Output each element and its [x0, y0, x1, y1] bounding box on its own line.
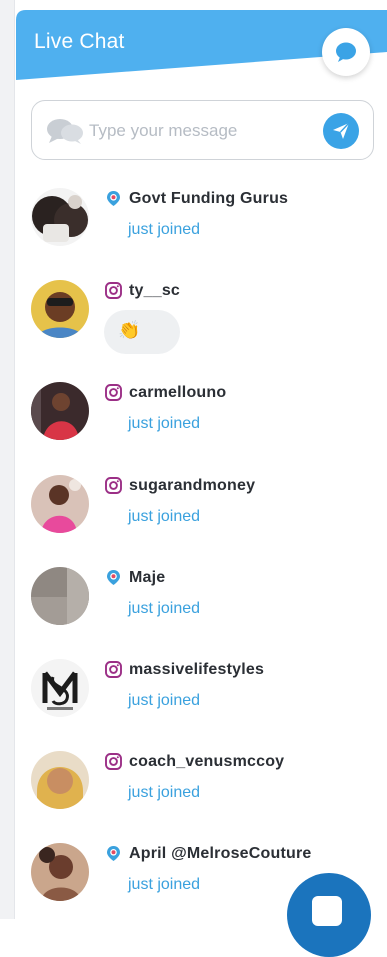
- message-bubble: 👏: [104, 310, 180, 354]
- username[interactable]: April @MelroseCouture: [129, 845, 312, 863]
- periscope-icon: [107, 191, 120, 206]
- periscope-icon: [107, 846, 120, 861]
- username[interactable]: ty__sc: [129, 282, 180, 300]
- status-text: just joined: [128, 415, 201, 432]
- avatar[interactable]: [31, 475, 89, 533]
- instagram-icon: [105, 661, 122, 678]
- username[interactable]: carmellouno: [129, 384, 226, 402]
- list-item: Govt Funding Gurus just joined: [31, 188, 371, 258]
- list-item: Maje just joined: [31, 567, 371, 637]
- username[interactable]: Maje: [129, 569, 165, 587]
- status-text: just joined: [128, 876, 201, 893]
- message-list: Govt Funding Gurus just joined ty__sc 👏: [0, 0, 387, 919]
- username[interactable]: massivelifestyles: [129, 661, 264, 679]
- instagram-icon: [105, 282, 122, 299]
- list-item: carmellouno just joined: [31, 382, 371, 452]
- floating-action-button[interactable]: [287, 873, 371, 957]
- status-text: just joined: [128, 221, 201, 238]
- square-icon: [312, 896, 342, 926]
- periscope-icon: [107, 570, 120, 585]
- list-item: ty__sc 👏: [31, 280, 371, 354]
- list-item: massivelifestyles just joined: [31, 659, 371, 729]
- instagram-icon: [105, 384, 122, 401]
- avatar[interactable]: [31, 382, 89, 440]
- instagram-icon: [105, 477, 122, 494]
- avatar[interactable]: [31, 843, 89, 901]
- list-item: sugarandmoney just joined: [31, 475, 371, 545]
- avatar[interactable]: [31, 567, 89, 625]
- username[interactable]: coach_venusmccoy: [129, 753, 284, 771]
- status-text: just joined: [128, 692, 201, 709]
- clap-emoji: 👏: [118, 320, 141, 340]
- avatar[interactable]: [31, 751, 89, 809]
- instagram-icon: [105, 753, 122, 770]
- list-item: coach_venusmccoy just joined: [31, 751, 371, 821]
- status-text: just joined: [128, 600, 201, 617]
- username[interactable]: sugarandmoney: [129, 477, 255, 495]
- username[interactable]: Govt Funding Gurus: [129, 190, 288, 208]
- avatar[interactable]: [31, 280, 89, 338]
- avatar[interactable]: [31, 188, 89, 246]
- status-text: just joined: [128, 508, 201, 525]
- avatar[interactable]: [31, 659, 89, 717]
- status-text: just joined: [128, 784, 201, 801]
